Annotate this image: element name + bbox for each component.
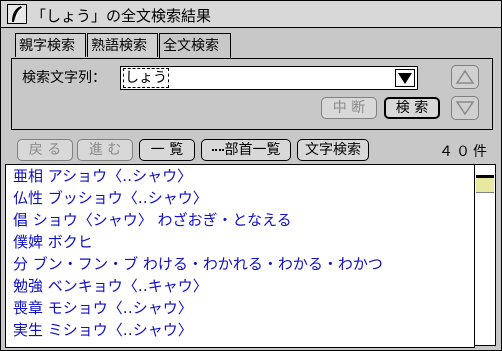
search-string-combo[interactable]: しょう xyxy=(120,66,418,90)
history-up-button[interactable] xyxy=(451,65,479,89)
tab-compound-search[interactable]: 熟語検索 xyxy=(87,33,158,57)
triangle-up-icon xyxy=(455,69,475,84)
list-item[interactable]: 喪章 モショウ〈‥シャウ〉 xyxy=(13,297,193,319)
list-item[interactable]: 実生 ミショウ〈‥シャウ〉 xyxy=(13,319,193,341)
list-item[interactable]: 亜相 アショウ〈‥シャウ〉 xyxy=(13,165,192,187)
triangle-down-icon xyxy=(455,101,475,116)
tab-fulltext-search[interactable]: 全文検索 xyxy=(159,33,231,59)
search-results-window: 「しょう」の全文検索結果 親字検索 熟語検索 全文検索 検索文字列： しょう 中… xyxy=(0,0,502,351)
scrollbar-thumb[interactable] xyxy=(476,175,494,193)
search-panel: 検索文字列： しょう 中 断 検 索 xyxy=(11,58,493,130)
char-search-button[interactable]: 文字検索 xyxy=(297,139,369,161)
interrupt-button[interactable]: 中 断 xyxy=(321,97,377,119)
dropdown-arrow-icon[interactable] xyxy=(395,69,415,87)
list-button[interactable]: 一 覧 xyxy=(139,139,195,161)
title-bar[interactable]: 「しょう」の全文検索結果 xyxy=(1,1,501,28)
window-title: 「しょう」の全文検索結果 xyxy=(31,7,212,25)
list-item[interactable]: 僕婢 ボクヒ xyxy=(13,231,93,253)
forward-button[interactable]: 進 む xyxy=(77,139,133,161)
result-count: ４０件 xyxy=(439,144,490,160)
list-item[interactable]: 勉強 ベンキョウ〈‥キャウ〉 xyxy=(13,275,208,297)
search-string-label: 検索文字列： xyxy=(22,70,106,86)
quill-icon xyxy=(7,4,27,24)
history-down-button[interactable] xyxy=(451,96,479,120)
radical-list-label: 部首一覧 xyxy=(224,142,281,158)
tab-parent-char-search[interactable]: 親字検索 xyxy=(15,33,86,57)
back-button[interactable]: 戻 る xyxy=(17,139,73,161)
search-button[interactable]: 検 索 xyxy=(384,97,440,119)
list-item[interactable]: 仏性 ブッショウ〈‥シャウ〉 xyxy=(13,187,208,209)
list-item[interactable]: 倡 ショウ〈シャウ〉 わざおぎ・となえる xyxy=(13,209,292,231)
results-list[interactable]: 亜相 アショウ〈‥シャウ〉 仏性 ブッショウ〈‥シャウ〉 倡 ショウ〈シャウ〉 … xyxy=(5,164,475,348)
radical-list-button[interactable]: 部首一覧 xyxy=(201,139,291,161)
search-string-value[interactable]: しょう xyxy=(123,68,169,88)
results-scrollbar[interactable] xyxy=(474,164,496,346)
dotted-line-icon xyxy=(211,149,224,151)
list-item[interactable]: 分 ブン・フン・ブ わける・わかれる・わかる・わかつ xyxy=(13,253,383,275)
